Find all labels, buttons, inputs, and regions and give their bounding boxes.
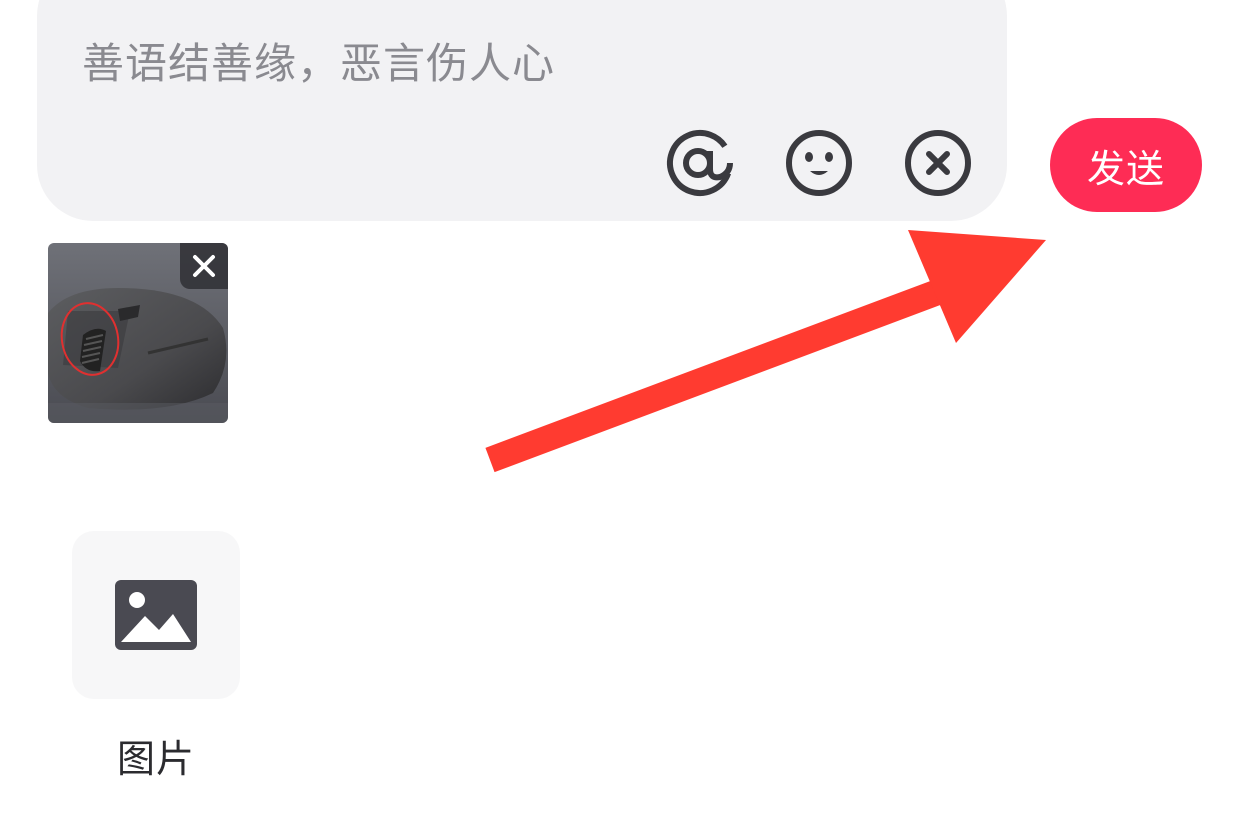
clear-circle-icon xyxy=(905,130,971,196)
at-icon xyxy=(667,130,733,196)
smiley-icon xyxy=(786,130,852,196)
emoji-button[interactable] xyxy=(783,127,855,199)
close-icon xyxy=(193,255,215,277)
attachment-thumbnail[interactable] xyxy=(48,243,228,423)
send-button[interactable]: 发送 xyxy=(1050,118,1202,212)
image-icon xyxy=(115,580,197,650)
clear-button[interactable] xyxy=(902,127,974,199)
comment-input-placeholder[interactable]: 善语结善缘，恶言伤人心 xyxy=(82,30,555,91)
remove-attachment-button[interactable] xyxy=(180,243,228,289)
mention-button[interactable] xyxy=(664,127,736,199)
image-picker-label: 图片 xyxy=(116,737,195,781)
image-picker-button[interactable] xyxy=(72,531,240,699)
